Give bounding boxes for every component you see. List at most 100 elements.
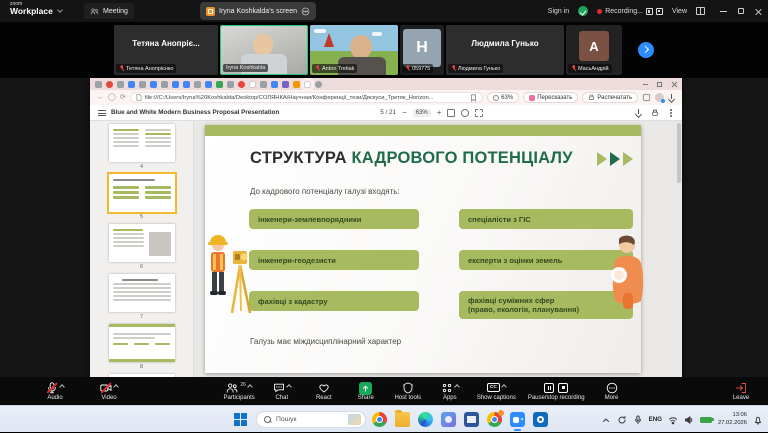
zoom-out-button[interactable]: −: [402, 109, 407, 117]
tray-mic-icon[interactable]: [633, 415, 643, 425]
new-tab-button[interactable]: [315, 81, 322, 88]
video-tile-lyudmyla[interactable]: Людмила Гунько Людмила Гунько: [446, 25, 564, 75]
audio-button[interactable]: Audio: [40, 382, 70, 401]
browser-tab[interactable]: [106, 81, 113, 88]
chevron-up-icon[interactable]: [247, 384, 253, 390]
retell-button[interactable]: Пересказать: [523, 92, 578, 103]
stop-recording-icon[interactable]: [656, 8, 663, 15]
browser-minimize-button[interactable]: [643, 84, 648, 85]
thumbnail-slide-6[interactable]: [109, 224, 175, 262]
start-button[interactable]: [234, 413, 247, 426]
browser-tab[interactable]: [194, 81, 201, 88]
volume-icon[interactable]: [684, 415, 694, 425]
office-app-icon[interactable]: [464, 412, 479, 427]
browser-tab[interactable]: [95, 81, 102, 88]
back-icon[interactable]: ←: [97, 94, 104, 101]
url-box[interactable]: file:///C:/Users/Iryna%20Koshkalda/Deskt…: [130, 92, 483, 103]
thumbnail-slide-8[interactable]: [109, 324, 175, 362]
browser-tab[interactable]: [249, 81, 256, 88]
chevron-up-icon[interactable]: [501, 384, 507, 390]
browser-tab[interactable]: [238, 81, 245, 88]
taskbar-search[interactable]: Пошук: [256, 411, 366, 428]
pdf-zoom-value[interactable]: 63%: [413, 109, 431, 117]
file-explorer-icon[interactable]: [395, 412, 410, 427]
host-tools-button[interactable]: Host tools: [393, 382, 423, 401]
browser-tab[interactable]: [282, 81, 289, 88]
outlook-icon[interactable]: [533, 412, 548, 427]
security-shield-icon[interactable]: [578, 6, 588, 16]
browser-tab[interactable]: [139, 81, 146, 88]
video-tile-iryna[interactable]: Iryna Koshkalda: [220, 25, 308, 75]
browser-tab[interactable]: [128, 81, 135, 88]
video-button[interactable]: Video: [94, 382, 124, 401]
pdf-menu-icon[interactable]: [98, 110, 106, 116]
captions-button[interactable]: CC Show captions: [477, 382, 516, 401]
video-tile-andriy[interactable]: А МасьАндрій: [566, 25, 622, 75]
ellipsis-circle-icon[interactable]: [301, 7, 310, 16]
site-info-icon[interactable]: ◯: [108, 94, 116, 101]
participants-button[interactable]: 26 Participants: [223, 382, 254, 401]
pdf-download-icon[interactable]: [635, 109, 642, 116]
language-indicator[interactable]: ENG: [649, 416, 662, 423]
maximize-button[interactable]: [738, 8, 744, 14]
chrome-icon[interactable]: [487, 412, 502, 427]
zoom-app-icon[interactable]: [510, 412, 525, 427]
pdf-print-icon[interactable]: [651, 109, 659, 117]
page-zoom-control[interactable]: 63%: [487, 92, 519, 103]
extensions-icon[interactable]: [642, 93, 651, 102]
chevron-up-icon[interactable]: [59, 384, 65, 390]
browser-tab[interactable]: [117, 81, 124, 88]
view-grid-icon[interactable]: [696, 7, 705, 15]
share-button[interactable]: Share: [351, 382, 381, 401]
browser-tab[interactable]: [216, 81, 223, 88]
browser-tab[interactable]: [183, 81, 190, 88]
browser-close-button[interactable]: [671, 81, 677, 87]
thumbnail-slide-4[interactable]: [109, 124, 175, 162]
chevron-up-icon[interactable]: [454, 384, 460, 390]
sync-icon[interactable]: [617, 415, 627, 425]
browser-tab[interactable]: [205, 81, 212, 88]
browser-tab[interactable]: [293, 81, 300, 88]
browser-tab[interactable]: [150, 81, 157, 88]
react-button[interactable]: React: [309, 382, 339, 401]
pdf-more-icon[interactable]: [670, 112, 672, 114]
chevron-up-icon[interactable]: [113, 384, 119, 390]
stop-icon[interactable]: [558, 383, 568, 393]
tab-meeting[interactable]: Meeting: [84, 3, 134, 19]
chevron-down-icon[interactable]: [57, 7, 63, 13]
browser-tab-active[interactable]: [304, 81, 311, 88]
taskbar-clock[interactable]: 13:06 27.02.2026: [718, 412, 747, 427]
hidden-icons-chevron[interactable]: [601, 415, 611, 425]
photos-app-icon[interactable]: [441, 412, 456, 427]
pdf-page-indicator[interactable]: 5 / 21: [380, 109, 396, 116]
next-participants-button[interactable]: [638, 42, 654, 58]
wifi-icon[interactable]: [668, 415, 678, 425]
pdf-scrollbar[interactable]: [677, 123, 681, 183]
more-button[interactable]: More: [597, 382, 627, 401]
browser-maximize-button[interactable]: [657, 82, 662, 87]
browser-tab[interactable]: [161, 81, 168, 88]
zoom-in-button[interactable]: +: [437, 109, 442, 117]
browser-tab[interactable]: [172, 81, 179, 88]
browser-tab[interactable]: [260, 81, 267, 88]
video-tile-tetyana[interactable]: Тетяна Анопріє... Тетяна Анопрієнко: [114, 25, 218, 75]
downloads-icon[interactable]: [668, 94, 675, 101]
apps-button[interactable]: Apps: [435, 382, 465, 401]
print-page-button[interactable]: Распечатать: [582, 92, 638, 103]
tab-shared-screen[interactable]: Iryna Koshkalda's screen: [200, 2, 316, 20]
pause-stop-recording-button[interactable]: Pause/stop recording: [528, 382, 585, 401]
bookmark-icon[interactable]: [470, 94, 477, 102]
chevron-up-icon[interactable]: [286, 384, 292, 390]
browser-tab[interactable]: [227, 81, 234, 88]
pause-icon[interactable]: [544, 383, 554, 393]
battery-icon[interactable]: [700, 417, 712, 423]
refresh-icon[interactable]: ⟳: [120, 94, 126, 101]
browser-tab[interactable]: [271, 81, 278, 88]
profile-avatar-icon[interactable]: [655, 93, 664, 102]
thumbnail-slide-7[interactable]: [109, 274, 175, 312]
minimize-button[interactable]: [720, 11, 727, 12]
chat-button[interactable]: Chat: [267, 382, 297, 401]
view-button[interactable]: View: [672, 8, 687, 15]
browser-app-icon[interactable]: [372, 412, 387, 427]
notifications-bell-icon[interactable]: [753, 415, 763, 425]
